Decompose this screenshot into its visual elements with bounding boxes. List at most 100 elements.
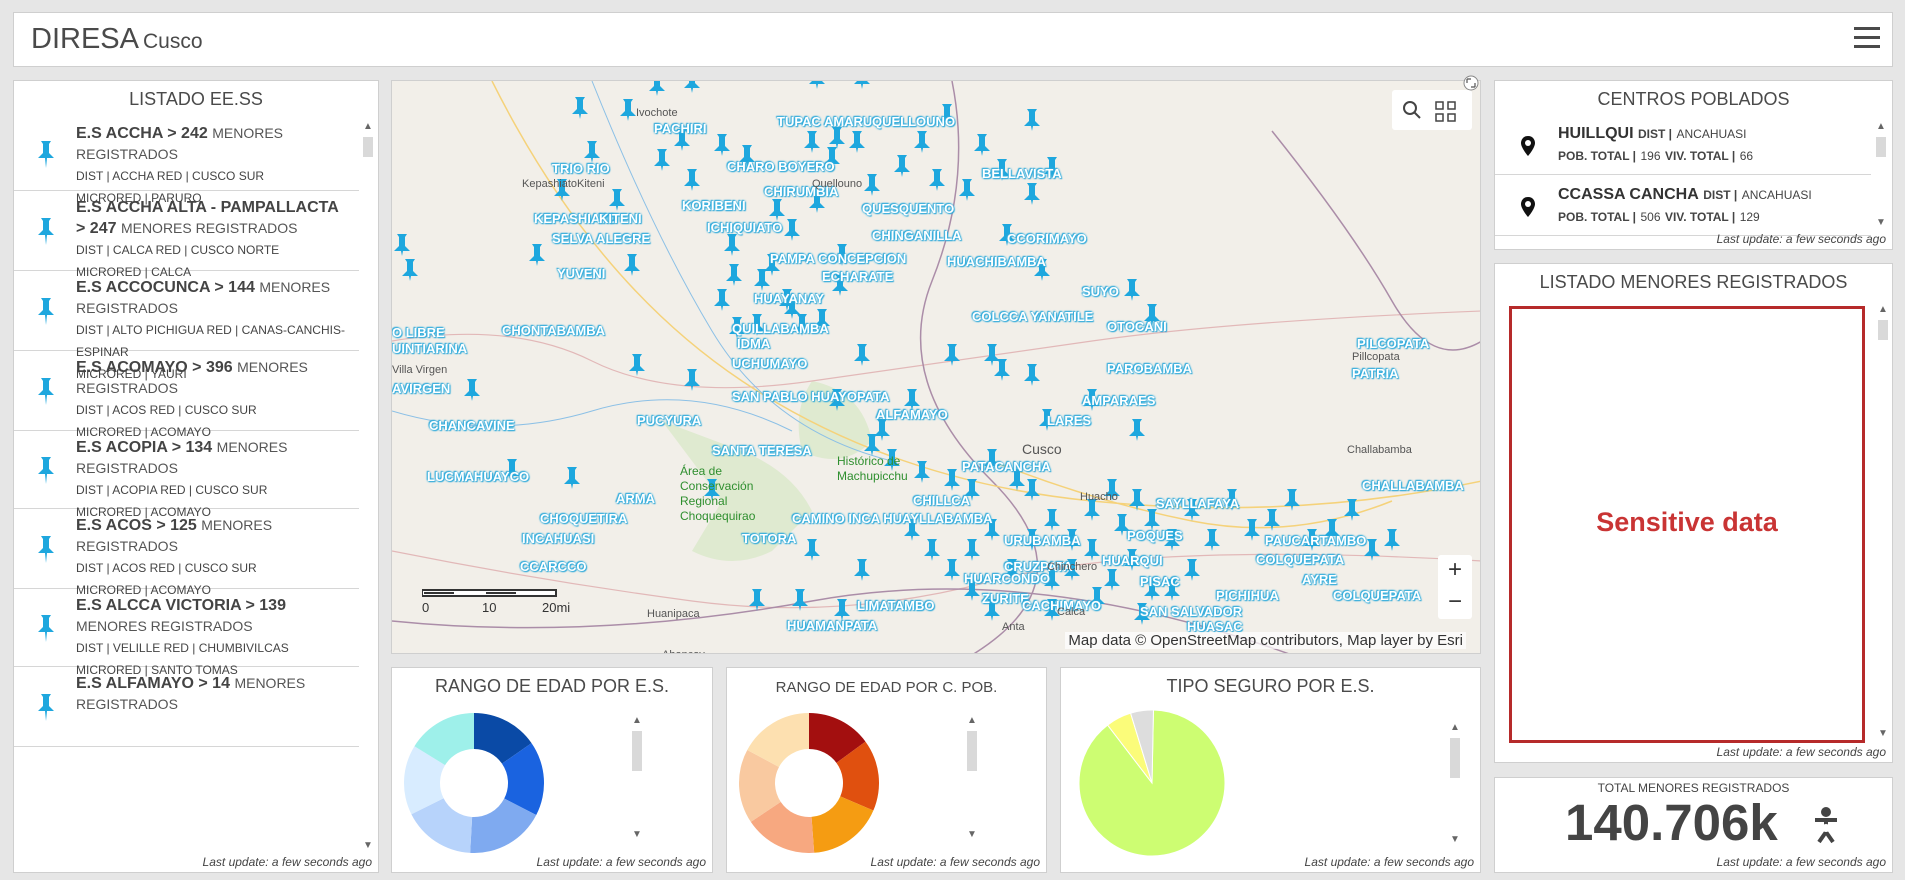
centros-scrollbar[interactable]: ▲ ▼ (1873, 119, 1889, 231)
map-place-label[interactable]: UINTIARINA (392, 341, 467, 356)
scroll-up-icon[interactable]: ▲ (1873, 119, 1889, 135)
eess-list-item[interactable]: E.S ACCHA > 242 MENORES REGISTRADOS DIST |… (14, 117, 359, 205)
map-place-label[interactable]: SUYO (1082, 284, 1119, 299)
qr-code-icon[interactable] (1435, 101, 1456, 122)
map-place-label[interactable]: PAROBAMBA (1107, 361, 1192, 376)
map-place-label[interactable]: INCAHUASI (522, 531, 594, 546)
eess-list-item[interactable]: E.S ACCHA ALTA - PAMPALLACTA > 247 MENOR… (14, 191, 359, 279)
eess-list-item[interactable]: E.S ACOS > 125 MENORES REGISTRADOS DIST | … (14, 509, 359, 597)
scroll-up-icon[interactable]: ▲ (1447, 720, 1463, 736)
map-place-label[interactable]: AVIRGEN (392, 381, 450, 396)
scroll-thumb[interactable] (967, 731, 977, 771)
map-place-label[interactable]: CHILLCA (913, 493, 970, 508)
map-place-label[interactable]: HUACHIBAMBA (947, 254, 1046, 269)
map-place-label[interactable]: CHONTABAMBA (502, 323, 605, 338)
map-place-label[interactable]: CHALLABAMBA (1362, 478, 1464, 493)
age-es-scrollbar[interactable]: ▲ ▼ (629, 713, 645, 843)
map-place-label[interactable]: SELVA ALEGRE (552, 231, 650, 246)
map-place-label[interactable]: QUESQUENTO (862, 201, 954, 216)
scroll-up-icon[interactable]: ▲ (360, 119, 376, 135)
map-place-label[interactable]: CCARCCO (520, 559, 586, 574)
expand-icon[interactable] (1463, 75, 1479, 91)
map-place-label[interactable]: HUAMANPATA (787, 618, 877, 633)
map-place-label[interactable]: TUPAC AMARU (777, 114, 872, 129)
zoom-out-button[interactable]: − (1438, 587, 1472, 619)
zoom-in-button[interactable]: + (1438, 555, 1472, 587)
scroll-down-icon[interactable]: ▼ (1873, 215, 1889, 231)
map-place-label[interactable]: ICHIQUIATO (707, 220, 782, 235)
scroll-up-icon[interactable]: ▲ (629, 713, 645, 729)
map-place-label[interactable]: TOTORA (742, 531, 796, 546)
eess-list-item[interactable]: E.S ACOPIA > 134 MENORES REGISTRADOS DIST … (14, 431, 359, 519)
map-place-label[interactable]: O LIBRE (392, 325, 445, 340)
map-place-label[interactable]: KITENI (599, 211, 642, 226)
eess-scrollbar[interactable]: ▲ ▼ (360, 119, 376, 854)
map-place-label[interactable]: CHINGANILLA (872, 228, 962, 243)
centro-poblado-item[interactable]: CCASSA CANCHA DIST | ANCAHUASI POB. TOTAL… (1495, 178, 1871, 236)
map-place-label[interactable]: HUAYANAY (754, 291, 824, 306)
eess-list-item[interactable]: E.S ACOMAYO > 396 MENORES REGISTRADOS DIST… (14, 351, 359, 439)
age-cp-scrollbar[interactable]: ▲ ▼ (964, 713, 980, 843)
scroll-down-icon[interactable]: ▼ (629, 827, 645, 843)
map-place-label[interactable]: PACHIRI (654, 121, 706, 136)
map-view[interactable]: PACHIRI TUPAC AMARU QUELLOUNO TRIO RIO CHARO… (391, 80, 1481, 654)
map-place-label[interactable]: SAN PABLO HUAYOPATA (732, 389, 889, 404)
hamburger-menu-icon[interactable] (1854, 27, 1880, 51)
map-place-label[interactable]: QUELLOUNO (872, 114, 955, 129)
map-place-label[interactable]: LIMATAMBO (857, 598, 935, 613)
map-place-label[interactable]: ALFAMAYO (876, 407, 948, 422)
scroll-thumb[interactable] (1878, 320, 1888, 340)
map-place-label[interactable]: UCHUMAYO (732, 356, 807, 371)
map-place-label[interactable]: CCORIMAYO (1007, 231, 1087, 246)
scroll-down-icon[interactable]: ▼ (1875, 726, 1891, 742)
map-place-label[interactable]: YUVENI (557, 266, 605, 281)
map-place-label[interactable]: OTOCANI (1107, 319, 1167, 334)
map-place-label[interactable]: PAUCARTAMBO (1265, 533, 1366, 548)
scroll-thumb[interactable] (1876, 137, 1886, 157)
map-place-label[interactable]: LUCMAHUAYCO (427, 469, 529, 484)
map-place-label[interactable]: IDMA (737, 336, 770, 351)
map-place-label[interactable]: TRIO RIO (552, 161, 610, 176)
map-place-label[interactable]: SANTA TERESA (712, 443, 812, 458)
eess-list-item[interactable]: E.S ACCOCUNCA > 144 MENORES REGISTRADOS DI… (14, 271, 359, 381)
map-place-label[interactable]: KORIBENI (682, 198, 746, 213)
map-place-label[interactable]: SAYLLAFAYA (1156, 496, 1239, 511)
map-place-label[interactable]: COLQUEPATA (1333, 588, 1421, 603)
scroll-thumb[interactable] (632, 731, 642, 771)
map-place-label[interactable]: AYRE (1302, 572, 1337, 587)
map-place-label[interactable]: SAN SALVADOR (1140, 604, 1242, 619)
map-place-label[interactable]: PATACANCHA (962, 459, 1051, 474)
map-place-label[interactable]: CAMINO INCA HUAYLLABAMBA (792, 511, 993, 526)
map-place-label[interactable]: URUBAMBA (1004, 533, 1081, 548)
menores-scrollbar[interactable]: ▲ ▼ (1875, 302, 1891, 742)
scroll-thumb[interactable] (363, 137, 373, 157)
map-place-label[interactable]: PATRIA (1352, 366, 1398, 381)
map-place-label[interactable]: BELLAVISTA (982, 166, 1062, 181)
map-place-label[interactable]: POQUES (1127, 528, 1183, 543)
map-place-label[interactable]: PUCYURA (637, 413, 701, 428)
map-place-label[interactable]: LARES (1047, 413, 1091, 428)
scroll-thumb[interactable] (1450, 738, 1460, 778)
map-place-label[interactable]: HUARQUI (1102, 553, 1163, 568)
map-place-label[interactable]: PILCOPATA (1357, 336, 1429, 351)
seguro-scrollbar[interactable]: ▲ ▼ (1447, 720, 1463, 848)
map-place-label[interactable]: HUARCONDO (964, 571, 1050, 586)
scroll-down-icon[interactable]: ▼ (360, 838, 376, 854)
centro-poblado-item[interactable]: HUILLQUI DIST | ANCAHUASI POB. TOTAL | 19… (1495, 117, 1871, 175)
age-cp-donut[interactable] (739, 713, 879, 853)
map-place-label[interactable]: CHARO BOYERO (727, 159, 835, 174)
map-place-label[interactable]: PICHIHUA (1216, 588, 1279, 603)
map-place-label[interactable]: COLCCA YANATILE (972, 309, 1093, 324)
map-place-label[interactable]: ARMA (616, 491, 655, 506)
scroll-up-icon[interactable]: ▲ (1875, 302, 1891, 318)
scroll-down-icon[interactable]: ▼ (1447, 832, 1463, 848)
map-place-label[interactable]: CHOQUETIRA (540, 511, 627, 526)
map-place-label[interactable]: PISAC (1140, 574, 1180, 589)
scroll-down-icon[interactable]: ▼ (964, 827, 980, 843)
eess-list-item[interactable]: E.S ALFAMAYO > 14 MENORES REGISTRADOS (14, 667, 359, 747)
map-place-label[interactable]: PAMPA CONCEPCION (770, 251, 906, 266)
eess-list-item[interactable]: E.S ALCCA VICTORIA > 139 MENORES REGISTR… (14, 589, 359, 677)
map-place-label[interactable]: ECHARATE (822, 269, 893, 284)
map-place-label[interactable]: CHANCAVINE (429, 418, 515, 433)
map-place-label[interactable]: AMPARAES (1082, 393, 1155, 408)
